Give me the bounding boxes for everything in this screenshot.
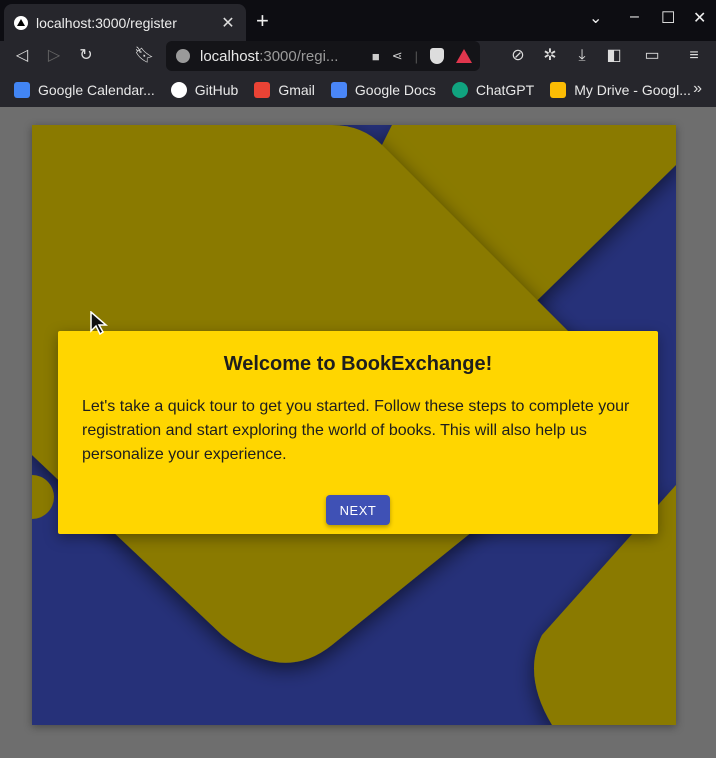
address-bar[interactable]: localhost:3000/regi... ■ ⋖ | [166,41,480,71]
wallet-icon[interactable]: ▭ [642,46,662,66]
gmail-icon [254,81,271,98]
brave-shields-icon[interactable] [430,48,444,64]
welcome-dialog: Welcome to BookExchange! Let's take a qu… [58,331,658,534]
share-icon[interactable]: ⋖ [392,48,403,64]
bookmark-label: My Drive - Googl... [574,81,691,98]
bookmark-label: Gmail [278,81,315,98]
close-window-icon[interactable]: ✕ [693,8,706,28]
google-calendar-icon [14,81,30,98]
mouse-cursor-icon [90,311,108,335]
chatgpt-icon [451,81,468,98]
bookmark-icon[interactable]: 🔖︎ [134,46,154,66]
page-viewport: Welcome to BookExchange! Let's take a qu… [0,107,716,758]
minimize-icon[interactable]: – [630,8,639,26]
back-icon[interactable]: ◁ [12,46,32,66]
bookmark-google-drive[interactable]: My Drive - Googl... [550,81,691,98]
url-host: localhost [200,47,260,65]
camera-icon[interactable]: ■ [372,49,380,64]
github-icon [170,81,187,98]
new-tab-button[interactable]: + [256,10,269,32]
reload-icon[interactable]: ↻ [76,46,96,66]
google-docs-icon [330,81,347,98]
bookmark-google-docs[interactable]: Google Docs [330,81,436,98]
bookmark-chatgpt[interactable]: ChatGPT [451,81,535,98]
bookmark-google-calendar[interactable]: Google Calendar... [14,81,155,98]
bookmark-github[interactable]: GitHub [170,81,239,98]
site-info-icon[interactable] [176,49,190,63]
url-path: :3000/regi... [259,47,339,65]
extensions-icon[interactable]: ✲ [540,46,560,66]
forward-icon[interactable]: ▷ [44,46,64,66]
tab-strip: localhost:3000/register ✕ + ⌄ – ☐ ✕ [0,0,716,41]
sidebar-icon[interactable]: ◧ [604,46,624,66]
bookmark-label: Google Docs [354,81,436,98]
bookmark-label: ChatGPT [475,81,535,98]
toolbar: ◁ ▷ ↻ 🔖︎ localhost:3000/regi... ■ ⋖ | ⊘ … [0,41,716,72]
tab-register[interactable]: localhost:3000/register ✕ [4,4,246,41]
close-tab-icon[interactable]: ✕ [220,13,236,33]
downloads-icon[interactable]: ⤓ [572,46,592,66]
bookmark-label: GitHub [194,81,239,98]
bookmarks-bar: Google Calendar... GitHub Gmail Google D… [0,72,716,107]
google-drive-icon [550,81,567,98]
brave-rewards-icon[interactable] [456,49,472,63]
browser-chrome: localhost:3000/register ✕ + ⌄ – ☐ ✕ ◁ ▷ … [0,0,716,107]
tab-title: localhost:3000/register [36,14,177,31]
vercel-favicon-icon [14,15,28,30]
bookmark-gmail[interactable]: Gmail [254,81,315,98]
address-bar-icons: ■ ⋖ | [372,48,472,64]
url-text[interactable]: localhost:3000/regi... [200,48,340,65]
maximize-icon[interactable]: ☐ [661,8,675,28]
divider: | [414,48,418,64]
dialog-title: Welcome to BookExchange! [223,353,493,375]
tab-list-icon[interactable]: ⌄ [589,8,602,28]
menu-icon[interactable]: ≡ [684,46,704,66]
leo-icon[interactable]: ⊘ [508,46,528,66]
bookmarks-overflow-icon[interactable]: » [693,80,702,98]
next-button[interactable]: NEXT [326,495,390,525]
bookmark-label: Google Calendar... [38,81,155,98]
dialog-body: Let's take a quick tour to get you start… [82,398,630,463]
